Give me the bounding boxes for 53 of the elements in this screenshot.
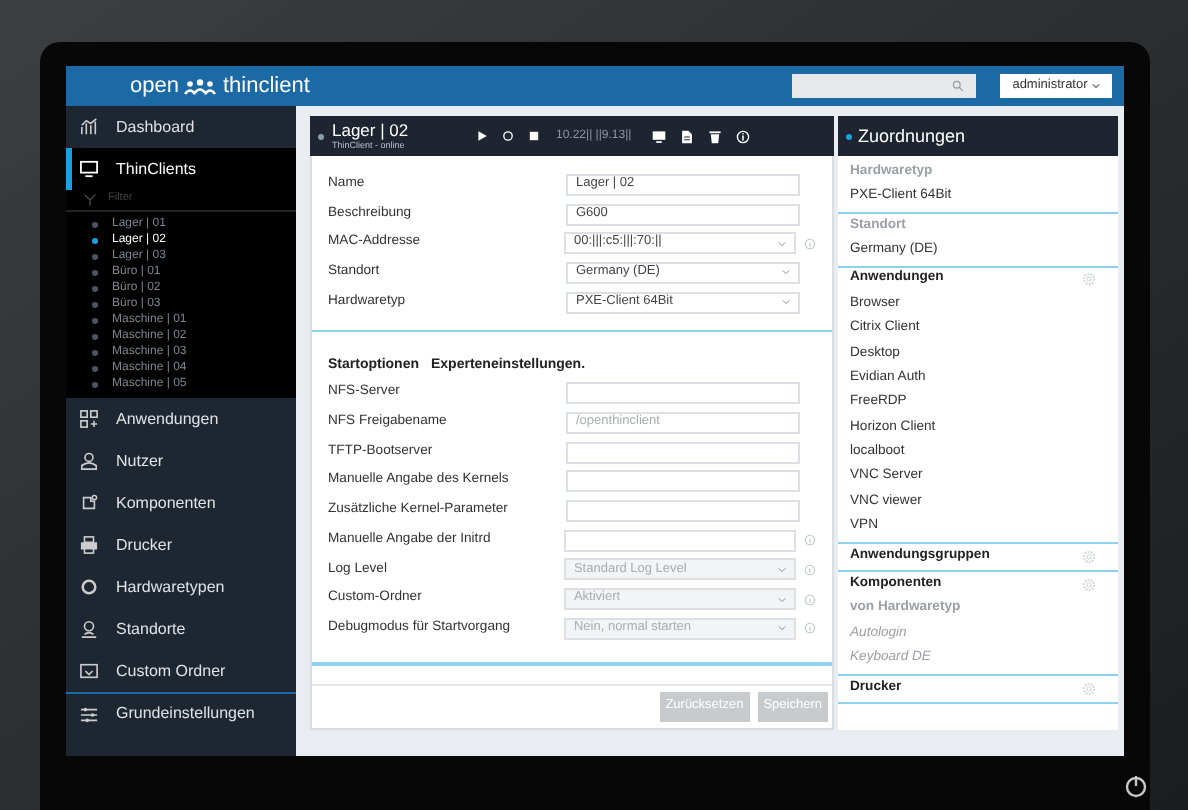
nav-icon xyxy=(80,662,98,680)
nav-icon xyxy=(80,410,98,428)
gear-icon xyxy=(1082,272,1096,287)
logo-text: thinclient xyxy=(222,75,310,97)
client-name: Lager | 02 xyxy=(332,122,411,140)
info-icon[interactable] xyxy=(735,129,750,143)
restart-icon[interactable] xyxy=(502,130,514,142)
info-icon xyxy=(804,534,816,547)
gear-icon xyxy=(1082,681,1096,695)
people-logo-icon xyxy=(184,77,217,95)
chevron-down-icon xyxy=(778,624,787,633)
chevron-down-icon xyxy=(778,565,787,574)
search-icon xyxy=(952,80,964,92)
chevron-down-icon xyxy=(778,595,787,604)
input-field[interactable] xyxy=(566,441,800,464)
chevron-down-icon xyxy=(1091,82,1100,90)
sidebar-item[interactable]: Dashboard xyxy=(66,106,296,148)
power-icon[interactable] xyxy=(1124,774,1148,798)
stop-icon[interactable] xyxy=(528,130,540,142)
panel-header: Zuordnungen xyxy=(838,116,1118,156)
play-icon[interactable] xyxy=(476,130,488,142)
trash-icon[interactable] xyxy=(707,129,722,143)
sidebar-item[interactable]: Custom Ordner xyxy=(66,650,296,692)
input-field[interactable] xyxy=(563,529,797,552)
info-icon xyxy=(804,237,816,250)
info-icon xyxy=(804,563,816,576)
nav-icon xyxy=(80,452,98,470)
sidebar-item[interactable]: Drucker xyxy=(66,524,296,566)
filter-icon xyxy=(84,194,96,206)
input-field[interactable] xyxy=(566,500,800,523)
chevron-down-icon xyxy=(778,239,787,248)
sidebar-item[interactable]: Grundeinstellungen xyxy=(66,692,296,734)
logo-text: open xyxy=(130,75,179,97)
nav-icon xyxy=(80,494,98,512)
nav-icon xyxy=(80,620,98,638)
input-field[interactable] xyxy=(566,382,800,405)
info-icon xyxy=(804,622,816,635)
sidebar-item[interactable]: Hardwaretypen xyxy=(66,566,296,608)
search-field[interactable] xyxy=(792,74,976,98)
document-icon[interactable] xyxy=(679,129,694,143)
sidebar-item[interactable]: Standorte xyxy=(66,608,296,650)
nav-icon xyxy=(80,118,98,136)
sidebar-item[interactable]: Nutzer xyxy=(66,440,296,482)
nav-icon xyxy=(80,536,98,554)
input-field[interactable] xyxy=(566,470,800,493)
info-icon xyxy=(804,593,816,606)
monitor-icon[interactable] xyxy=(651,129,666,143)
sidebar-item[interactable]: Anwendungen xyxy=(66,398,296,440)
sidebar-item[interactable]: Komponenten xyxy=(66,482,296,524)
nav-icon xyxy=(80,160,98,178)
sidebar-item[interactable]: ThinClients xyxy=(66,148,296,190)
nav-icon xyxy=(80,705,98,723)
nav-icon xyxy=(80,578,98,596)
